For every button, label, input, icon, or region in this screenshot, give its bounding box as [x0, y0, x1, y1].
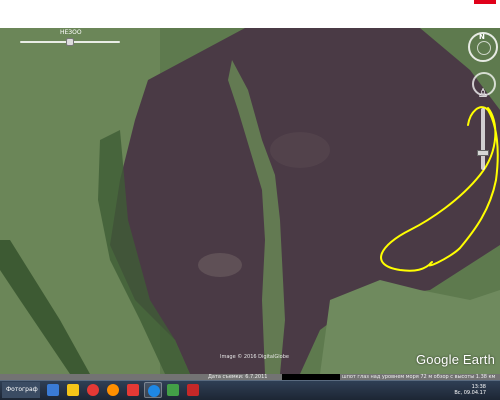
- time-slider-thumb[interactable]: [66, 38, 74, 46]
- look-joystick[interactable]: [477, 41, 491, 55]
- imagery-copyright: Image © 2016 DigitalGlobe: [220, 354, 289, 360]
- app-icon: [167, 384, 179, 396]
- browser-icon: [87, 384, 99, 396]
- taskbar-item-5[interactable]: [124, 382, 142, 398]
- windows-taskbar: Фотограф 13:38 Вс, 09.04.17: [0, 380, 500, 400]
- system-tray[interactable]: 13:38 Вс, 09.04.17: [420, 381, 500, 400]
- google-earth-icon: [148, 385, 160, 397]
- satellite-map[interactable]: [0, 28, 500, 374]
- start-button[interactable]: Фотограф: [2, 382, 40, 398]
- zoom-slider-thumb[interactable]: [477, 150, 489, 156]
- satellite-imagery: [0, 28, 500, 374]
- top-blank-area: [0, 0, 500, 28]
- app-icon: [47, 384, 59, 396]
- top-red-marker: [474, 0, 496, 4]
- taskbar-item-6[interactable]: [144, 382, 162, 398]
- taskbar-item-2[interactable]: [64, 382, 82, 398]
- app-icon: [187, 384, 199, 396]
- taskbar-item-7[interactable]: [164, 382, 182, 398]
- firefox-icon: [107, 384, 119, 396]
- folder-icon: [67, 384, 79, 396]
- clock[interactable]: 13:38 Вс, 09.04.17: [454, 384, 486, 396]
- taskbar-item-8[interactable]: [184, 382, 202, 398]
- north-indicator: N: [479, 33, 485, 41]
- street-view-person-icon[interactable]: ♙: [477, 86, 489, 100]
- time-slider[interactable]: НЕЗОО: [14, 29, 126, 46]
- pdf-icon: [127, 384, 139, 396]
- clock-date: Вс, 09.04.17: [454, 390, 486, 396]
- time-slider-label: НЕЗОО: [60, 29, 82, 36]
- google-earth-watermark: Google Earth: [416, 352, 496, 367]
- compass-control[interactable]: N: [468, 32, 498, 62]
- light-patch-1: [198, 253, 242, 277]
- taskbar-item-1[interactable]: [44, 382, 62, 398]
- zoom-slider[interactable]: [481, 108, 485, 170]
- taskbar-item-4[interactable]: [104, 382, 122, 398]
- light-patch-2: [270, 132, 330, 168]
- taskbar-item-3[interactable]: [84, 382, 102, 398]
